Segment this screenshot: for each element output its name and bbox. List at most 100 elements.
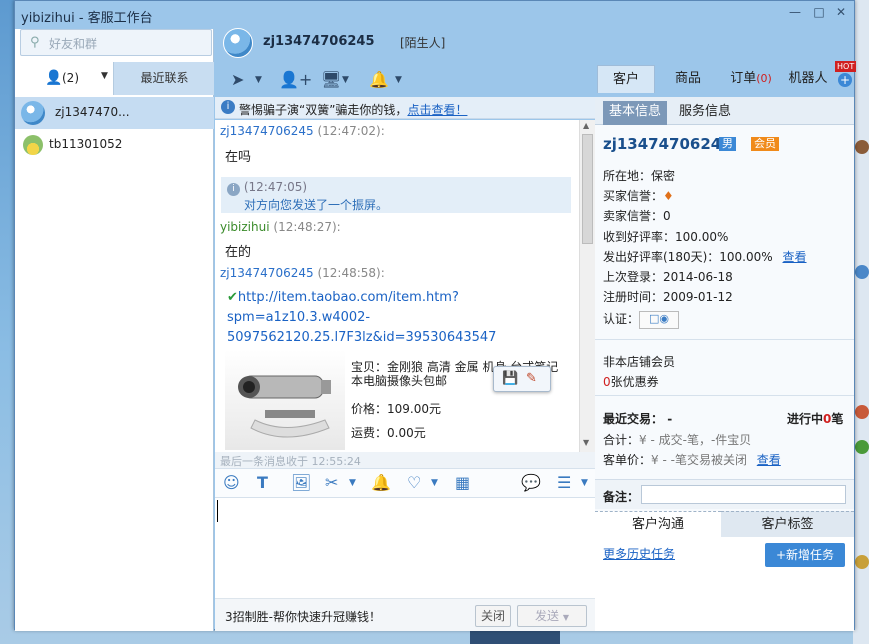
tab-orders-label: 订单	[730, 71, 757, 86]
tab-goods[interactable]: 商品	[663, 65, 713, 93]
quick-reply-icon[interactable]: 💬	[521, 473, 541, 492]
person-icon: 👤	[45, 70, 63, 86]
chevron-down-icon[interactable]: ▼	[431, 478, 438, 488]
history-icon[interactable]: ☰	[557, 473, 571, 492]
chat-log: zj13474706245 (12:47:02): 在吗 i (12:47:05…	[215, 120, 579, 452]
conversation-item[interactable]: zj1347470...	[15, 97, 214, 129]
avg-value: ¥ - -笔交易被关闭	[651, 453, 747, 467]
transfer-icon[interactable]: ➤	[231, 69, 244, 91]
notice-message: 警惕骗子演“双簧”骗走你的钱，	[239, 103, 408, 117]
system-message: i (12:47:05) 对方向您发送了一个振屏。	[221, 177, 571, 213]
search-input[interactable]: ⚲ 好友和群	[20, 29, 212, 56]
customer-info-panel: 基本信息 服务信息 zj13474706245 男 会员 所在地：保密 买家信誉…	[595, 97, 854, 631]
screen-share-icon[interactable]: 🖥	[321, 69, 341, 91]
send-button[interactable]: 发送 ▼	[517, 605, 587, 627]
close-button[interactable]: 关闭	[475, 605, 511, 627]
chevron-down-icon[interactable]: ▼	[349, 478, 356, 488]
tab-service-info[interactable]: 服务信息	[673, 101, 737, 125]
last-login-row: 上次登录：2014-06-18	[603, 268, 733, 285]
last-message-time: 最后一条消息收于 12:55:24	[215, 452, 595, 468]
tab-basic-info[interactable]: 基本信息	[603, 101, 668, 125]
message-text: 在的	[225, 245, 252, 260]
font-icon[interactable]: T	[257, 473, 268, 492]
search-icon: ⚲	[30, 35, 40, 50]
message-input[interactable]	[215, 498, 595, 598]
notice-text: 警惕骗子演“双簧”骗走你的钱，点击查看！	[239, 101, 467, 118]
item-link[interactable]: ✔http://item.taobao.com/item.htm? spm=a1…	[227, 288, 527, 348]
chevron-down-icon[interactable]: ▼	[395, 69, 402, 91]
promo-link[interactable]: 3招制胜-帮你快速升冠赚钱！	[225, 608, 381, 625]
close-icon[interactable]: ✕	[833, 5, 849, 19]
tab-contacts[interactable]: 👤 (2) ▼	[15, 62, 114, 95]
chevron-down-icon[interactable]: ▼	[563, 613, 569, 622]
seller-credit-value: 0	[663, 209, 671, 223]
remark-row: 备注：	[595, 479, 854, 509]
desc-label: 宝贝：	[351, 360, 388, 374]
info-tabs: 基本信息 服务信息	[595, 97, 854, 125]
brush-icon[interactable]: ✎	[526, 371, 537, 386]
sender-name: zj13474706245	[220, 124, 314, 138]
tab-customer-tags[interactable]: 客户标签	[721, 511, 854, 537]
save-icon[interactable]: 💾	[502, 371, 518, 386]
minimize-icon[interactable]: —	[787, 5, 803, 19]
scroll-down-icon[interactable]: ▼	[583, 438, 589, 447]
calculator-icon[interactable]: ▦	[455, 473, 470, 492]
member-badge: 会员	[751, 137, 779, 151]
chevron-down-icon[interactable]: ▼	[581, 478, 588, 488]
total-label: 合计：	[603, 433, 640, 447]
view-orders-link[interactable]: 查看	[757, 453, 781, 467]
history-tasks-link[interactable]: 更多历史任务	[603, 545, 675, 562]
image-icon[interactable]: 🖼	[291, 473, 311, 492]
notice-link[interactable]: 点击查看！	[407, 103, 467, 117]
chat-scrollbar[interactable]: ▲ ▼	[579, 120, 595, 452]
price-value: 109.00元	[387, 402, 442, 416]
maximize-icon[interactable]: □	[811, 5, 827, 19]
last-login-value: 2014-06-18	[663, 270, 733, 284]
quick-actions-popup: 💾 ✎	[493, 366, 551, 392]
scissors-icon[interactable]: ✂	[325, 473, 338, 492]
product-image	[225, 350, 345, 450]
recent-trade-label: 最近交易：	[603, 412, 664, 426]
message-time: (12:48:27):	[273, 220, 341, 234]
give-rate-value: 100.00%	[719, 250, 773, 264]
good-rate-value: 100.00%	[675, 230, 729, 244]
conversation-name: tb11301052	[49, 137, 123, 151]
system-message-header: i (12:47:05)	[227, 180, 307, 196]
tab-customer[interactable]: 客户	[597, 65, 655, 93]
remark-input[interactable]	[641, 485, 846, 504]
shake-icon[interactable]: 🔔	[371, 473, 391, 492]
new-task-button[interactable]: +新增任务	[765, 543, 845, 567]
view-rate-link[interactable]: 查看	[783, 250, 807, 264]
avatar	[21, 101, 45, 125]
scroll-up-icon[interactable]: ▲	[583, 121, 589, 130]
scroll-thumb[interactable]	[582, 134, 593, 244]
chevron-down-icon[interactable]: ▼	[101, 71, 108, 81]
add-contact-icon[interactable]: 👤+	[279, 69, 312, 91]
link-line-3: 5097562120.25.l7F3lz&id=39530643547	[227, 330, 497, 345]
last-login-label: 上次登录：	[603, 270, 664, 284]
product-card[interactable]: 宝贝：金刚狼 高清 金属 机身 台式笔记本电脑摄像头包邮 价格：109.00元 …	[225, 350, 565, 452]
alarm-icon[interactable]: 🔔	[369, 69, 389, 91]
chevron-down-icon[interactable]: ▼	[255, 69, 262, 91]
customer-name: zj13474706245	[603, 135, 732, 153]
conversation-name: zj1347470...	[55, 105, 130, 119]
tab-customer-comm[interactable]: 客户沟通	[595, 511, 721, 537]
in-progress: 进行中0笔	[787, 410, 843, 427]
recent-trade-value: -	[667, 412, 673, 426]
avatar[interactable]	[223, 28, 253, 58]
info-icon: i	[221, 100, 235, 114]
conversation-item[interactable]: tb11301052	[15, 129, 214, 161]
emoji-icon[interactable]: ☺	[223, 473, 240, 492]
tab-robot[interactable]: 机器人	[783, 65, 833, 93]
add-icon[interactable]: +	[838, 73, 852, 87]
tab-recent[interactable]: 最近联系	[115, 62, 214, 95]
seller-credit-row: 卖家信誉：0	[603, 207, 671, 224]
heart-icon[interactable]: ♡	[407, 473, 421, 492]
hot-badge: HOT	[835, 61, 857, 72]
bottom-bar: 3招制胜-帮你快速升冠赚钱！ 关闭 发送 ▼	[215, 598, 595, 631]
tab-orders[interactable]: 订单(0)	[721, 65, 781, 93]
message-text: 在吗	[225, 150, 252, 165]
chevron-down-icon[interactable]: ▼	[342, 69, 349, 91]
message-time: (12:48:58):	[317, 266, 385, 280]
workbench-window: yibizihui - 客服工作台 — □ ✕ ⚲ 好友和群 👤 (2) ▼ 最…	[14, 0, 857, 631]
